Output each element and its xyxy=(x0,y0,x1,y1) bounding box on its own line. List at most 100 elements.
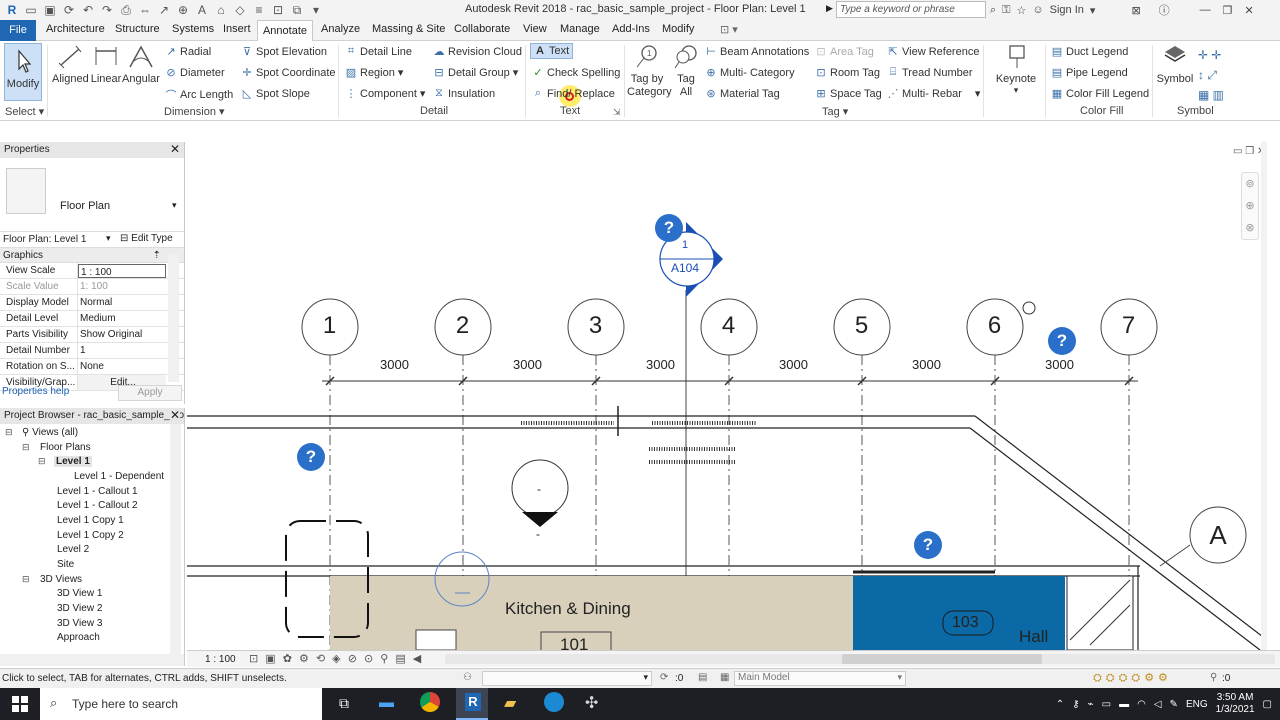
revit-taskbar-button[interactable]: R xyxy=(456,688,488,720)
worksets-icon[interactable]: ⚇ xyxy=(463,672,472,683)
room-tag-button[interactable]: ⊡ Room Tag xyxy=(815,66,880,80)
graphics-group-header[interactable]: Graphics ⇡ xyxy=(0,248,184,263)
canvas-v-scrollbar[interactable] xyxy=(1261,142,1267,650)
symbol-button[interactable]: Symbol xyxy=(1155,43,1195,85)
angular-dimension-button[interactable]: Angular xyxy=(122,43,160,85)
room-name-hall[interactable]: Hall xyxy=(1019,627,1048,647)
spot-elevation-button[interactable]: ⊽ Spot Elevation xyxy=(241,45,327,59)
room-number-hall[interactable]: 103 xyxy=(952,614,979,632)
select-panel-label[interactable]: Select ▾ xyxy=(5,105,44,118)
minimize-icon[interactable]: — xyxy=(1200,4,1211,16)
room-name-kitchen[interactable]: Kitchen & Dining xyxy=(505,599,631,619)
bluetooth-icon[interactable]: ⚷ xyxy=(1072,699,1079,710)
spot-coordinate-button[interactable]: ✛ Spot Coordinate xyxy=(241,66,335,80)
color-fill-legend-button[interactable]: ▦ Color Fill Legend xyxy=(1051,87,1149,101)
tag-by-category-button[interactable]: 1 Tag by Category xyxy=(627,43,672,99)
tree-node-3d-view-2[interactable]: 3D View 2 xyxy=(57,603,102,614)
scrollbar-thumb[interactable] xyxy=(842,654,1042,664)
tree-node-3d-view-3[interactable]: 3D View 3 xyxy=(57,618,102,629)
close-icon[interactable]: ✕ xyxy=(169,408,180,422)
workset-select[interactable]: ▾ xyxy=(482,671,652,686)
task-view-icon[interactable]: ⧉ xyxy=(339,695,349,712)
usb-icon[interactable]: ⌁ xyxy=(1088,699,1094,710)
tree-node-level-2[interactable]: Level 2 xyxy=(57,544,89,555)
tree-node-level-1-dependent[interactable]: Level 1 - Dependent xyxy=(74,471,164,482)
measure-icon[interactable]: ⇔ xyxy=(137,2,153,18)
tree-node-approach[interactable]: Approach xyxy=(57,632,100,643)
qat-dropdown-icon[interactable]: ▾ xyxy=(308,2,324,18)
user-icon[interactable]: ☺ xyxy=(1032,4,1043,16)
keyword-search-input[interactable]: Type a keyword or phrase xyxy=(836,1,986,18)
volume-icon[interactable]: ◁ xyxy=(1154,699,1162,710)
tree-node-level-1[interactable]: Level 1 xyxy=(54,456,92,467)
tab-insert[interactable]: Insert xyxy=(223,23,251,35)
filter-icon[interactable]: ⚲ xyxy=(1210,672,1217,683)
design-option-select[interactable]: Main Model ▾ xyxy=(734,671,906,686)
material-tag-button[interactable]: ⊛ Material Tag xyxy=(705,87,779,101)
tree-node-level-1-callout-1[interactable]: Level 1 - Callout 1 xyxy=(57,486,138,497)
switch-windows-icon[interactable]: ⧉ xyxy=(289,2,305,18)
diameter-button[interactable]: ⊘ Diameter xyxy=(165,66,224,80)
properties-help-link[interactable]: Properties help xyxy=(2,386,69,397)
tab-systems[interactable]: Systems xyxy=(172,23,214,35)
find-replace-button[interactable]: ⌕ Find/ Replace xyxy=(532,87,615,100)
instance-filter-select[interactable]: Floor Plan: Level 1 xyxy=(3,234,86,245)
tab-file[interactable]: File xyxy=(0,20,36,41)
multi-rebar-button[interactable]: ⋰ Multi- Rebar ▾ xyxy=(887,87,981,101)
design-option-icon[interactable]: ▦ xyxy=(720,672,729,683)
keynote-button[interactable]: Keynote ▾ xyxy=(992,43,1040,96)
text-button[interactable]: A Text xyxy=(530,43,574,59)
multi-category-button[interactable]: ⊕ Multi- Category xyxy=(705,66,794,80)
ribbon-options-icon[interactable]: ⊡ ▾ xyxy=(720,23,738,36)
browser-h-scrollbar[interactable] xyxy=(0,654,184,666)
subscription-icon[interactable]: ⚿ xyxy=(1002,4,1010,17)
detail-group-button[interactable]: ⊟ Detail Group ▾ xyxy=(433,66,518,80)
tree-node-3d-views[interactable]: 3D Views xyxy=(40,574,82,585)
pipe-legend-button[interactable]: ▤ Pipe Legend xyxy=(1051,66,1128,80)
tab-manage[interactable]: Manage xyxy=(560,23,600,35)
area-tag-button[interactable]: ⊡ Area Tag xyxy=(815,45,873,59)
revit-logo-icon[interactable]: R xyxy=(4,2,20,18)
aligned-dimension-icon[interactable]: ↗ xyxy=(156,2,172,18)
editing-requests-icon[interactable]: ⟳ xyxy=(660,672,668,683)
tag-panel-label[interactable]: Tag ▾ xyxy=(822,105,848,118)
span-direction-icons[interactable]: ✛ ✛ ↕ ⤢ ▦ ▥ xyxy=(1198,45,1224,105)
detail-line-button[interactable]: ⌗ Detail Line xyxy=(345,45,412,58)
folder-icon[interactable]: ▰ xyxy=(504,693,516,713)
save-icon[interactable]: ▣ xyxy=(42,2,58,18)
apply-button[interactable]: Apply xyxy=(118,385,182,401)
taskbar-search-input[interactable]: ⌕ Type here to search xyxy=(40,688,322,720)
clock[interactable]: 3:50 AM 1/3/2021 xyxy=(1216,692,1255,716)
tree-node-level-1-callout-2[interactable]: Level 1 - Callout 2 xyxy=(57,500,138,511)
selection-toggle-icons[interactable]: ⛭⛭⛭⛭⚙⚙ xyxy=(1093,671,1172,685)
arc-length-button[interactable]: ⌒ Arc Length xyxy=(165,87,234,103)
edge-icon[interactable] xyxy=(544,692,564,712)
redo-icon[interactable]: ↷ xyxy=(99,2,115,18)
tree-node-3d-view-1[interactable]: 3D View 1 xyxy=(57,588,102,599)
insulation-button[interactable]: ⧖ Insulation xyxy=(433,87,495,100)
tab-analyze[interactable]: Analyze xyxy=(321,23,360,35)
exchange-apps-icon[interactable]: ⊠ xyxy=(1131,4,1140,17)
file-explorer-pin-icon[interactable]: ▬ xyxy=(379,694,394,711)
dimension-panel-label[interactable]: Dimension ▾ xyxy=(164,105,225,118)
collapse-toggle-icon[interactable]: ⊟ xyxy=(22,574,30,585)
beam-annotations-button[interactable]: ⊢ Beam Annotations xyxy=(705,45,809,59)
tab-structure[interactable]: Structure xyxy=(115,23,160,35)
tree-node-level-1-copy-1[interactable]: Level 1 Copy 1 xyxy=(57,515,124,526)
sign-in-link[interactable]: Sign In xyxy=(1050,4,1084,16)
chevron-down-icon[interactable]: ▾ xyxy=(172,200,177,211)
tab-massing-site[interactable]: Massing & Site xyxy=(372,23,445,35)
print-icon[interactable]: ⎙ xyxy=(118,2,134,18)
chrome-icon[interactable] xyxy=(420,692,440,712)
modify-button[interactable]: Modify xyxy=(4,43,42,101)
close-hidden-icon[interactable]: ⊡ xyxy=(270,2,286,18)
check-spelling-button[interactable]: ✓ Check Spelling xyxy=(532,66,620,80)
thin-lines-icon[interactable]: ≡ xyxy=(251,2,267,18)
collapse-toggle-icon[interactable]: ⊟ xyxy=(5,427,13,438)
design-options-icon[interactable]: ▤ xyxy=(698,672,707,683)
close-icon[interactable]: ✕ xyxy=(170,142,180,156)
tag-icon[interactable]: ⊕ xyxy=(175,2,191,18)
favorites-icon[interactable]: ☆ xyxy=(1017,4,1027,17)
section-icon[interactable]: ◇ xyxy=(232,2,248,18)
collapse-toggle-icon[interactable]: ⊟ xyxy=(38,456,46,467)
